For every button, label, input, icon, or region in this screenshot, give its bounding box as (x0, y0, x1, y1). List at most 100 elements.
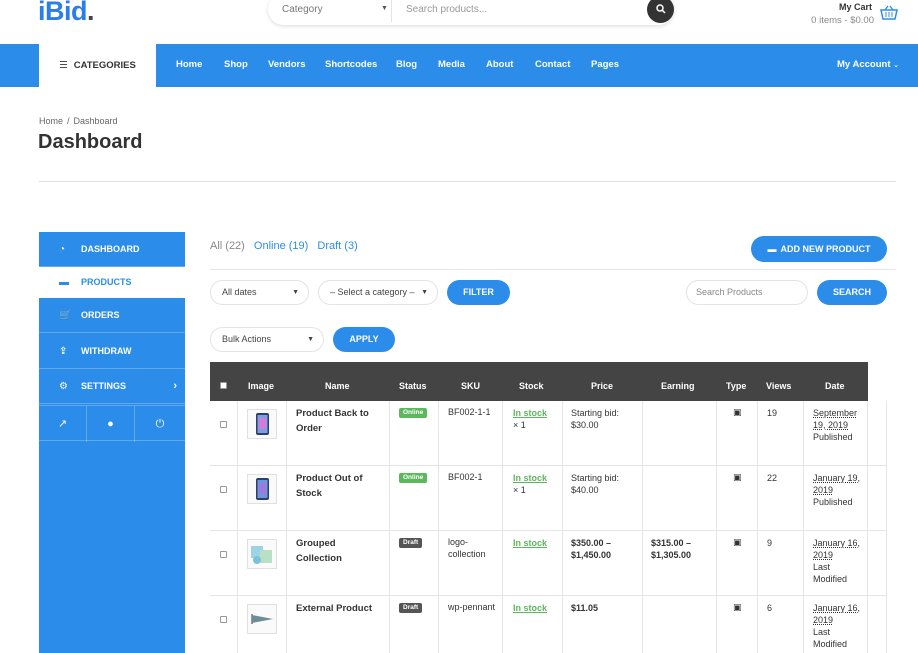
sidebar-item-dashboard[interactable]: ◔ DASHBOARD (39, 232, 185, 267)
divider (502, 531, 503, 596)
tab-all[interactable]: All (22) (210, 240, 245, 252)
divider (438, 466, 439, 531)
date-note: Published (813, 497, 853, 507)
product-thumbnail[interactable] (247, 604, 277, 634)
mini-cart[interactable]: My Cart 0 items - $0.00 (811, 2, 898, 26)
divider (716, 401, 717, 466)
divider (757, 401, 758, 466)
row-checkbox[interactable] (220, 486, 227, 493)
product-thumbnail[interactable] (247, 539, 277, 569)
sidebar-item-products[interactable]: ▬ PRODUCTS (39, 267, 185, 298)
cart-icon: 🛒 (59, 310, 72, 321)
column-header[interactable]: Name (325, 381, 350, 391)
nav-item-pages[interactable]: Pages (591, 44, 619, 87)
filter-button[interactable]: FILTER (447, 280, 510, 305)
nav-item-contact[interactable]: Contact (535, 44, 570, 87)
upload-icon: ⇪ (59, 346, 68, 357)
nav-item-home[interactable]: Home (176, 44, 202, 87)
category-select[interactable]: Category (282, 4, 323, 15)
add-new-product-button[interactable]: ▬ ADD NEW PRODUCT (751, 236, 887, 262)
product-name[interactable]: Product Back to Order (296, 406, 380, 436)
status-badge: Online (399, 473, 428, 483)
divider (286, 466, 287, 531)
caret-down-icon: ▼ (381, 5, 388, 12)
price: Starting bid: $30.00 (571, 407, 641, 431)
status-badge: Online (399, 408, 428, 418)
divider (867, 596, 868, 653)
user-icon[interactable]: ● (87, 406, 135, 442)
gear-icon: ⚙ (59, 381, 68, 392)
categories-button[interactable]: ☰ CATEGORIES (39, 44, 156, 87)
search-input[interactable]: Search products... (406, 4, 487, 15)
divider (716, 596, 717, 653)
apply-button[interactable]: APPLY (333, 327, 395, 352)
product-name[interactable]: Grouped Collection (296, 536, 380, 566)
divider (886, 531, 887, 596)
column-header[interactable]: Date (825, 381, 845, 391)
nav-item-vendors[interactable]: Vendors (268, 44, 306, 87)
breadcrumb-home[interactable]: Home (39, 116, 63, 126)
category-filter-select[interactable]: – Select a category – ▼ (318, 280, 438, 305)
nav-item-blog[interactable]: Blog (396, 44, 417, 87)
price: Starting bid: $40.00 (571, 472, 641, 496)
views: 9 (767, 538, 773, 548)
nav-item-shortcodes[interactable]: Shortcodes (325, 44, 377, 87)
pennant-image-icon (251, 614, 273, 624)
row-checkbox[interactable] (220, 551, 227, 558)
search-button[interactable]: SEARCH (817, 280, 887, 305)
nav-item-about[interactable]: About (486, 44, 513, 87)
tab-draft[interactable]: Draft (3) (317, 240, 357, 252)
status-filter-tabs: All (22) Online (19) Draft (3) (210, 240, 364, 252)
divider (886, 401, 887, 466)
divider (237, 401, 238, 466)
divider (389, 596, 390, 653)
row-checkbox[interactable] (220, 421, 227, 428)
divider (286, 531, 287, 596)
sku: BF002-1 (448, 472, 483, 482)
divider (757, 466, 758, 531)
date-filter-select[interactable]: All dates ▼ (210, 280, 309, 305)
product-thumbnail[interactable] (247, 474, 277, 504)
column-header: SKU (461, 381, 481, 391)
sidebar-item-orders[interactable]: 🛒 ORDERS (39, 298, 185, 333)
search-button[interactable] (647, 0, 674, 23)
nav-item-media[interactable]: Media (438, 44, 465, 87)
stock-status: In stock (513, 408, 548, 418)
stock-status: In stock (513, 538, 548, 548)
product-name[interactable]: External Product (296, 601, 386, 616)
divider (286, 596, 287, 653)
product-search-input[interactable]: Search Products (686, 280, 808, 305)
sidebar-item-withdraw[interactable]: ⇪ WITHDRAW (39, 334, 185, 369)
header: iBid. Category ▼ Search products... My C… (0, 0, 918, 44)
sku: logo-collection (448, 537, 486, 559)
bulk-actions-select[interactable]: Bulk Actions ▼ (210, 327, 324, 352)
sidebar-item-settings[interactable]: ⚙ SETTINGS › (39, 369, 185, 404)
divider (867, 531, 868, 596)
my-account-menu[interactable]: My Account ⌄ (837, 44, 899, 87)
product-name[interactable]: Product Out of Stock (296, 471, 380, 501)
main-nav: ☰ CATEGORIES Home Shop Vendors Shortcodes… (0, 44, 918, 87)
status-badge: Draft (399, 603, 423, 613)
price-value: Starting bid: $30.00 (571, 408, 620, 430)
sidebar-item-label: SETTINGS (81, 381, 127, 391)
views: 6 (767, 603, 773, 613)
divider (803, 401, 804, 466)
views: 22 (767, 473, 778, 483)
divider (867, 466, 868, 531)
row-checkbox[interactable] (220, 616, 227, 623)
power-icon[interactable]: ⏻ (136, 406, 184, 442)
site-logo[interactable]: iBid. (38, 0, 95, 27)
date-filter-value: All dates (222, 287, 257, 297)
tab-online[interactable]: Online (19) (254, 240, 308, 252)
briefcase-icon: ▬ (59, 277, 69, 288)
my-account-label: My Account (837, 59, 891, 70)
product-thumbnail[interactable] (247, 409, 277, 439)
nav-item-shop[interactable]: Shop (224, 44, 248, 87)
table-row: Product Back to Order Online BF002-1-1 I… (210, 401, 887, 466)
select-all-checkbox[interactable] (220, 382, 227, 389)
external-link-icon[interactable]: ↗ (39, 406, 87, 442)
divider (438, 531, 439, 596)
divider (716, 466, 717, 531)
date: January 16, 2019 (813, 538, 861, 560)
divider (39, 181, 896, 182)
